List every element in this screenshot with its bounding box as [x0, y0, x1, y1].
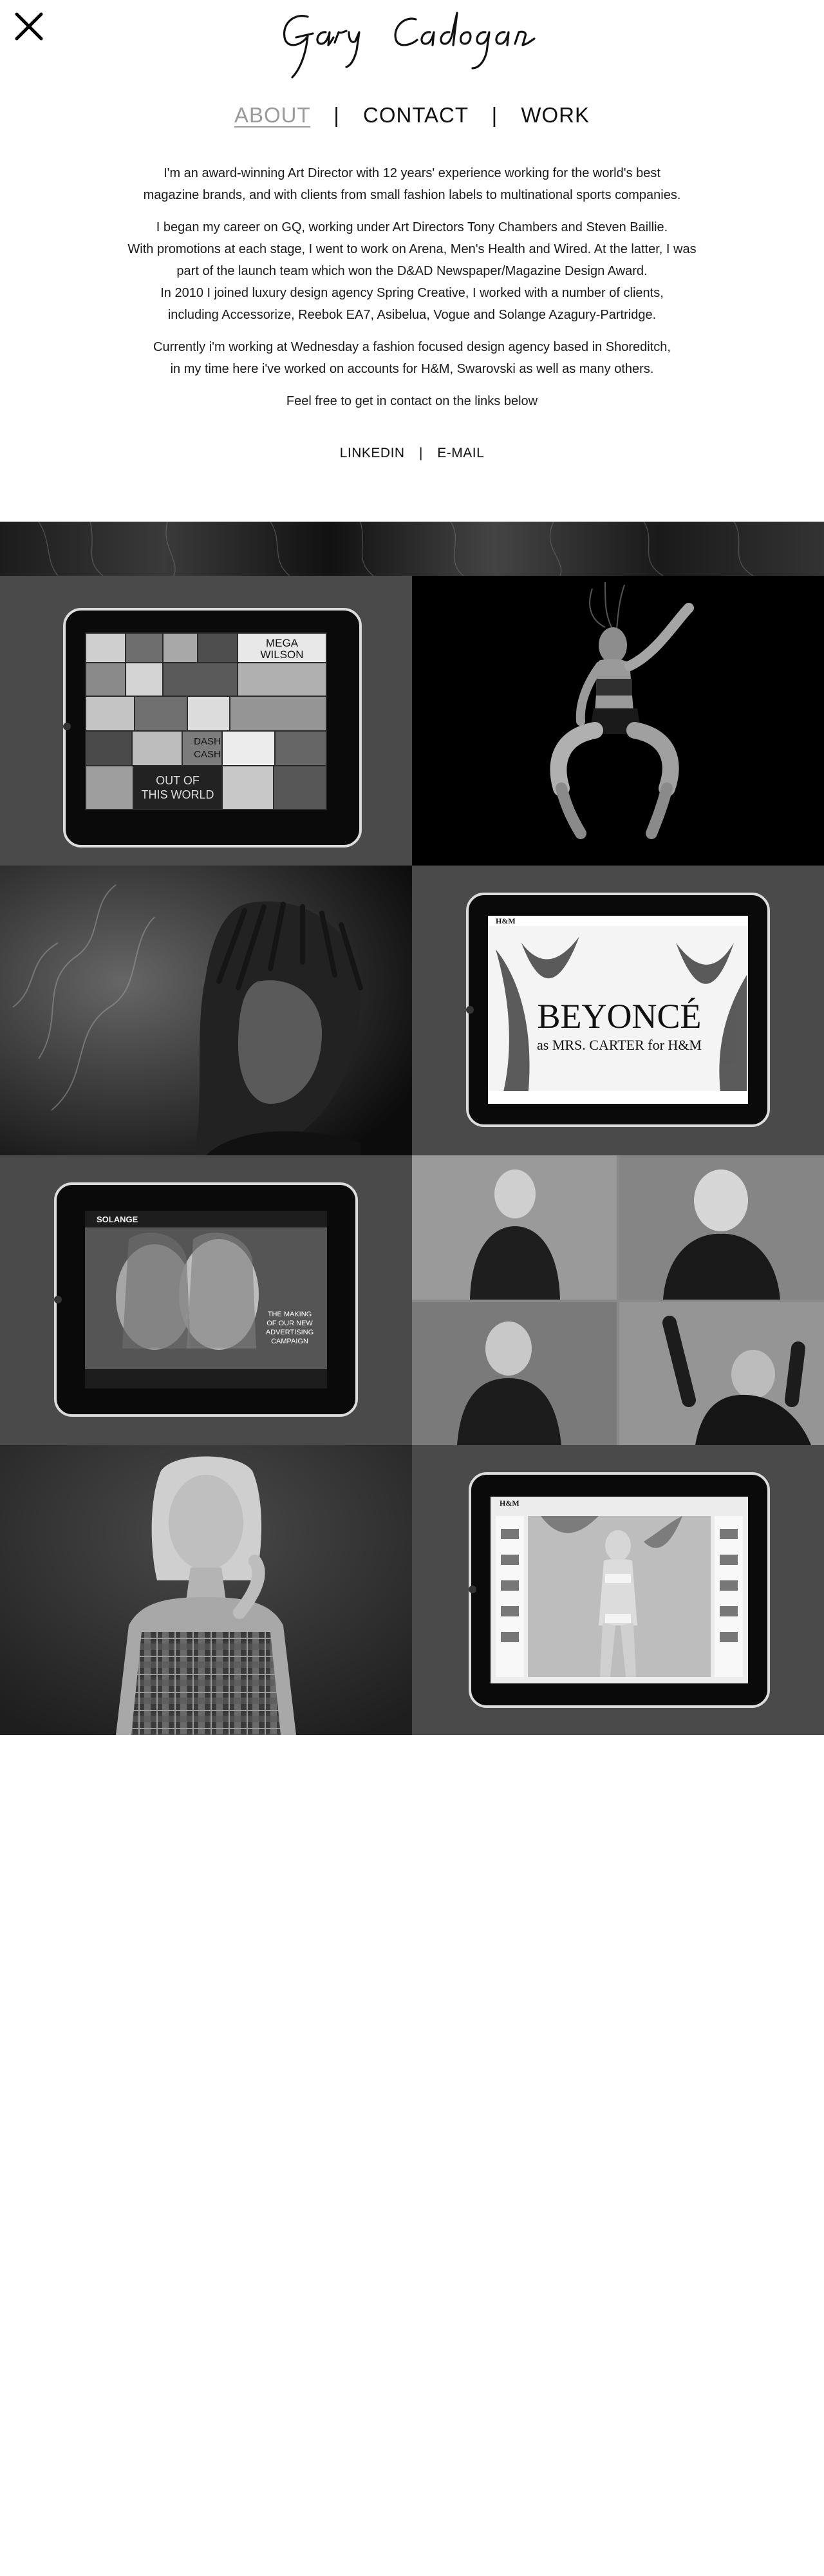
about-bio: I'm an award-winning Art Director with 1…	[90, 162, 734, 422]
work-tile-man-portrait-grid[interactable]	[412, 1155, 824, 1445]
bio-paragraph-3: Currently i'm working at Wednesday a fas…	[153, 340, 671, 376]
work-tile-athlete-jump[interactable]	[412, 576, 824, 866]
tile-text: THIS WORLD	[141, 788, 214, 801]
linkedin-link[interactable]: LINKEDIN	[340, 446, 405, 460]
nav-separator: |	[333, 103, 340, 127]
tile-headline: BEYONCÉ	[538, 997, 702, 1036]
hm-logo-text: H&M	[500, 1499, 520, 1508]
bio-paragraph-1: I'm an award-winning Art Director with 1…	[143, 166, 681, 202]
links-separator: |	[418, 446, 423, 460]
tile-brand: SOLANGE	[97, 1215, 138, 1224]
tile-text: MEGA	[266, 637, 299, 649]
hm-logo-text: H&M	[496, 916, 516, 925]
caption-line: CAMPAIGN	[271, 1338, 308, 1345]
work-grid: MEGA WILSON DASH CASH OUT OF THIS WORLD	[0, 576, 824, 1735]
tile-text: CASH	[194, 749, 221, 760]
bio-paragraph-4: Feel free to get in contact on the links…	[286, 394, 538, 408]
contact-links: LINKEDIN | E-MAIL	[0, 446, 824, 461]
caption-line: THE MAKING	[268, 1311, 312, 1318]
tile-text: DASH	[194, 736, 221, 747]
caption-line: ADVERTISING	[266, 1329, 314, 1336]
caption-line: OF OUR NEW	[267, 1320, 313, 1327]
work-tile-hm-swimwear-ipad[interactable]: H&M	[412, 1445, 824, 1735]
email-link[interactable]: E-MAIL	[437, 446, 484, 460]
work-tile-magazine-ipad[interactable]: MEGA WILSON DASH CASH OUT OF THIS WORLD	[0, 576, 412, 866]
tile-subline: as MRS. CARTER for H&M	[537, 1037, 702, 1053]
nav-contact[interactable]: CONTACT	[363, 103, 468, 127]
work-tile-solange-ipad[interactable]: SOLANGE THE MAKING OF OUR NEW ADVERTISIN…	[0, 1155, 412, 1445]
nav-work[interactable]: WORK	[521, 103, 590, 127]
nav-about[interactable]: ABOUT	[234, 103, 310, 127]
main-nav: ABOUT | CONTACT | WORK	[0, 103, 824, 128]
close-icon	[15, 12, 43, 41]
site-logo[interactable]	[270, 4, 579, 81]
close-button[interactable]	[14, 12, 44, 41]
work-tile-hm-beyonce-ipad[interactable]: H&M BEYONCÉ as MRS. CARTER for H&M	[412, 866, 824, 1155]
bio-paragraph-2: I began my career on GQ, working under A…	[127, 220, 697, 322]
work-tile-model-portrait[interactable]	[0, 1445, 412, 1735]
tile-text: WILSON	[260, 649, 303, 661]
work-tile-smoke-portrait[interactable]	[0, 866, 412, 1155]
nav-separator: |	[491, 103, 498, 127]
hero-image-strip	[0, 522, 824, 576]
tile-text: OUT OF	[156, 774, 200, 787]
